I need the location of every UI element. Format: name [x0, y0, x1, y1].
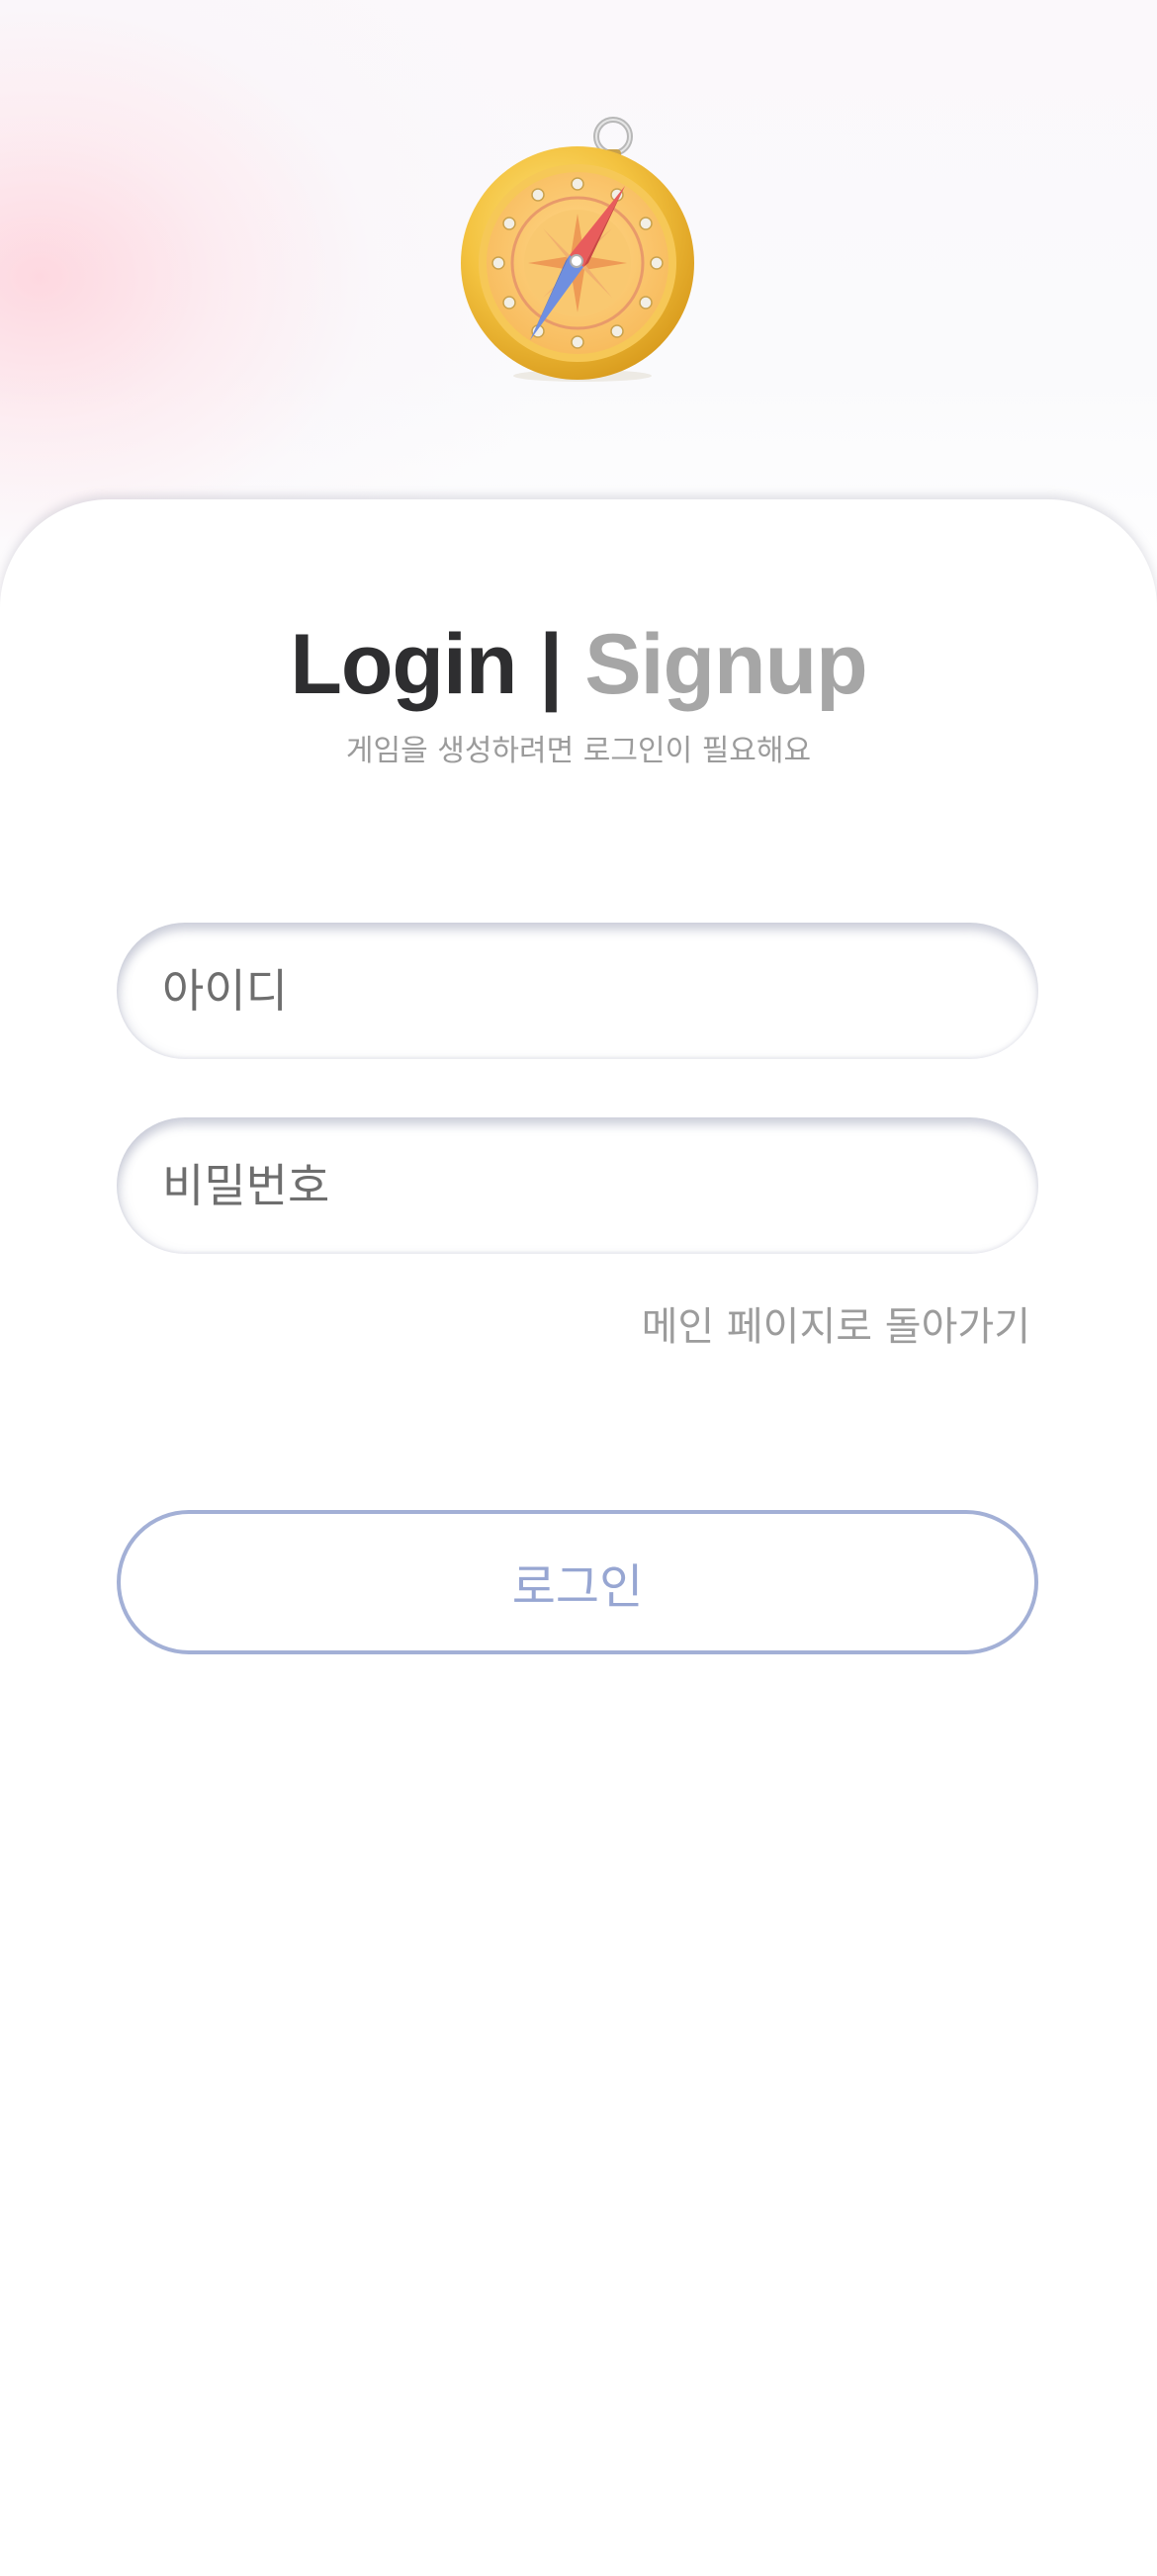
id-input[interactable] — [162, 964, 993, 1018]
compass-icon — [459, 117, 696, 384]
title-separator: | — [539, 617, 563, 712]
login-button[interactable]: 로그인 — [117, 1510, 1038, 1654]
id-field — [117, 923, 1038, 1059]
signup-tab[interactable]: Signup — [584, 617, 867, 712]
auth-subtitle: 게임을 생성하려면 로그인이 필요해요 — [345, 734, 812, 768]
auth-title: Login | Signup — [0, 615, 1157, 714]
login-tab[interactable]: Login — [290, 617, 517, 712]
back-to-main-link[interactable]: 메인 페이지로 돌아가기 — [642, 1299, 1030, 1355]
password-input[interactable] — [162, 1159, 993, 1212]
password-field — [117, 1117, 1038, 1254]
